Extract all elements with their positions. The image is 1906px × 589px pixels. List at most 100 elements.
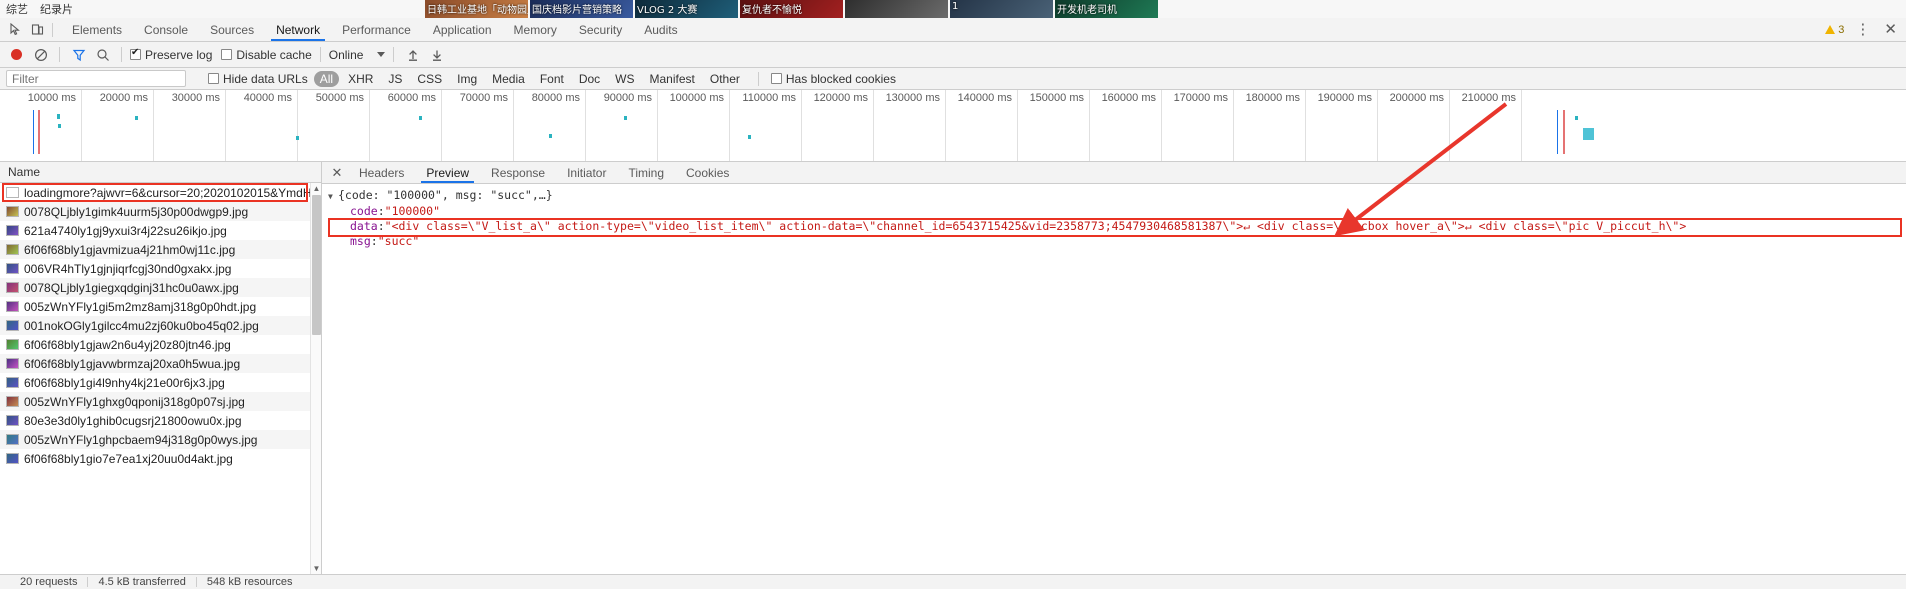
page-thumbnail[interactable]: 复仇者不愉悦	[740, 0, 843, 18]
request-row[interactable]: 6f06f68bly1gi4l9nhy4kj21e00r6jx3.jpg	[0, 373, 321, 392]
tabbar-left-icons	[0, 18, 61, 41]
disclosure-triangle-icon[interactable]: ▼	[328, 189, 338, 204]
request-row[interactable]: 0078QLjbly1giegxqdginj31hc0u0awx.jpg	[0, 278, 321, 297]
request-row[interactable]: 005zWnYFly1gi5m2mz8amj318g0p0hdt.jpg	[0, 297, 321, 316]
warning-count-chip[interactable]: 3	[1825, 24, 1844, 36]
json-row[interactable]: code: "100000"	[328, 204, 1906, 219]
timeline-tick-label: 90000 ms	[603, 92, 652, 104]
has-blocked-cookies-checkbox[interactable]: Has blocked cookies	[770, 72, 896, 86]
tab-memory[interactable]: Memory	[503, 18, 568, 41]
close-devtools-icon[interactable]: ✕	[1881, 22, 1900, 37]
request-row[interactable]: 005zWnYFly1ghpcbaem94j318g0p0wys.jpg	[0, 430, 321, 449]
scrollbar-thumb[interactable]	[312, 195, 321, 335]
tab-audits[interactable]: Audits	[633, 18, 688, 41]
json-root-line[interactable]: ▼ {code: "100000", msg: "succ",…}	[328, 188, 1906, 204]
type-filter-other[interactable]: Other	[704, 71, 746, 87]
request-row[interactable]: 006VR4hTly1gjnjiqrfcgj30nd0gxakx.jpg	[0, 259, 321, 278]
scroll-down-arrow-icon[interactable]: ▼	[311, 563, 322, 574]
request-row[interactable]: 6f06f68bly1gio7e7ea1xj20uu0d4akt.jpg	[0, 449, 321, 468]
timeline-tick: 210000 ms	[1450, 90, 1522, 161]
disable-cache-checkbox[interactable]: Disable cache	[221, 48, 312, 62]
request-row-name: 621a4740ly1gj9yxui3r4j22su26ikjo.jpg	[24, 223, 227, 238]
tab-application[interactable]: Application	[422, 18, 503, 41]
tab-performance[interactable]: Performance	[331, 18, 422, 41]
type-filter-css[interactable]: CSS	[411, 71, 448, 87]
device-toolbar-icon[interactable]	[26, 19, 48, 41]
timeline-tick: 160000 ms	[1090, 90, 1162, 161]
more-options-icon[interactable]: ⋮	[1852, 22, 1873, 37]
request-detail-panel: ✕ Headers Preview Response Initiator Timing C…	[322, 162, 1906, 574]
network-overview-timeline[interactable]: 10000 ms 20000 ms 30000 ms 40000 ms 50000 ms…	[0, 90, 1906, 162]
network-split-view: Name loadingmore?ajwvr=6&cursor=20;20201…	[0, 162, 1906, 574]
type-filter-img[interactable]: Img	[451, 71, 483, 87]
tab-security[interactable]: Security	[568, 18, 633, 41]
inspect-element-icon[interactable]	[4, 19, 26, 41]
request-row-name: 0078QLjbly1giegxqdginj31hc0u0awx.jpg	[24, 280, 239, 295]
json-rows: code: "100000" data: "<div class=\"V_list…	[328, 204, 1906, 249]
timeline-tick-label: 100000 ms	[669, 92, 724, 104]
hide-data-urls-checkbox[interactable]: Hide data URLs	[208, 72, 308, 86]
detail-tab-headers[interactable]: Headers	[348, 162, 415, 183]
page-nav-item-1[interactable]: 纪录片	[34, 1, 79, 17]
request-list[interactable]: loadingmore?ajwvr=6&cursor=20;2020102015…	[0, 183, 321, 574]
scroll-up-arrow-icon[interactable]: ▲	[311, 183, 322, 194]
type-filter-ws[interactable]: WS	[609, 71, 640, 87]
page-thumbnail[interactable]: 1	[950, 0, 1053, 18]
timeline-tick-label: 150000 ms	[1029, 92, 1084, 104]
request-row[interactable]: 6f06f68bly1gjaw2n6u4yj20z80jtn46.jpg	[0, 335, 321, 354]
type-filter-media[interactable]: Media	[486, 71, 531, 87]
detail-tab-cookies[interactable]: Cookies	[675, 162, 740, 183]
json-row[interactable]: msg: "succ"	[328, 234, 1906, 249]
filter-funnel-icon[interactable]	[68, 44, 89, 65]
tab-sources[interactable]: Sources	[199, 18, 265, 41]
timeline-tick-label: 40000 ms	[243, 92, 292, 104]
page-thumbnail[interactable]: 开发机老司机	[1055, 0, 1158, 18]
request-column-header[interactable]: Name	[0, 162, 321, 183]
network-toolbar: Preserve log Disable cache Online	[0, 42, 1906, 68]
detail-tab-preview[interactable]: Preview	[415, 162, 480, 183]
type-filter-js[interactable]: JS	[382, 71, 408, 87]
type-filter-manifest[interactable]: Manifest	[644, 71, 701, 87]
filter-input[interactable]	[6, 70, 186, 87]
request-row[interactable]: 621a4740ly1gj9yxui3r4j22su26ikjo.jpg	[0, 221, 321, 240]
detail-tab-initiator[interactable]: Initiator	[556, 162, 617, 183]
type-filter-xhr[interactable]: XHR	[342, 71, 379, 87]
request-row[interactable]: 005zWnYFly1ghxg0qponij318g0p07sj.jpg	[0, 392, 321, 411]
detail-tab-timing[interactable]: Timing	[617, 162, 675, 183]
type-filter-all[interactable]: All	[313, 70, 340, 87]
tab-console[interactable]: Console	[133, 18, 199, 41]
request-row[interactable]: 001nokOGly1gilcc4mu2zj60ku0bo45q02.jpg	[0, 316, 321, 335]
request-row-name: 005zWnYFly1gi5m2mz8amj318g0p0hdt.jpg	[24, 299, 257, 314]
request-row[interactable]: 0078QLjbly1gimk4uurm5j30p00dwgp9.jpg	[0, 202, 321, 221]
status-item: 548 kB resources	[206, 576, 293, 588]
type-filter-font[interactable]: Font	[534, 71, 570, 87]
request-row[interactable]: 6f06f68bly1gjavmizua4j21hm0wj11c.jpg	[0, 240, 321, 259]
import-har-icon[interactable]	[402, 44, 423, 65]
request-row-name: 005zWnYFly1ghpcbaem94j318g0p0wys.jpg	[24, 432, 258, 447]
request-list-scrollbar[interactable]: ▲ ▼	[310, 183, 321, 574]
preview-json-viewer[interactable]: ▼ {code: "100000", msg: "succ",…} code: "…	[322, 184, 1906, 574]
page-thumbnail[interactable]: 日韩工业基地「动物园」	[425, 0, 528, 18]
request-row[interactable]: 80e3e3d0ly1ghib0cugsrj21800owu0x.jpg	[0, 411, 321, 430]
request-row[interactable]: loadingmore?ajwvr=6&cursor=20;2020102015…	[0, 183, 321, 202]
image-icon	[6, 358, 19, 369]
preserve-log-checkbox[interactable]: Preserve log	[130, 47, 212, 62]
tab-elements[interactable]: Elements	[61, 18, 133, 41]
timeline-event-marker	[1563, 110, 1565, 154]
page-thumbnail[interactable]	[845, 0, 948, 18]
search-icon[interactable]	[92, 44, 113, 65]
json-row[interactable]: data: "<div class=\"V_list_a\" action-ty…	[328, 219, 1906, 234]
page-thumbnail[interactable]: VLOG 2 大赛	[635, 0, 738, 18]
request-row[interactable]: 6f06f68bly1gjavwbrmzaj20xa0h5wua.jpg	[0, 354, 321, 373]
close-panel-icon[interactable]: ✕	[326, 162, 348, 183]
throttling-dropdown[interactable]: Online	[329, 48, 386, 62]
type-filter-doc[interactable]: Doc	[573, 71, 606, 87]
detail-tab-response[interactable]: Response	[480, 162, 556, 183]
export-har-icon[interactable]	[426, 44, 447, 65]
page-nav-item-0[interactable]: 综艺	[0, 1, 34, 17]
tab-network[interactable]: Network	[265, 18, 331, 41]
record-stop-icon[interactable]	[6, 44, 27, 65]
page-thumbnail[interactable]: 国庆档影片营销策略	[530, 0, 633, 18]
timeline-tick: 130000 ms	[874, 90, 946, 161]
clear-icon[interactable]	[30, 44, 51, 65]
